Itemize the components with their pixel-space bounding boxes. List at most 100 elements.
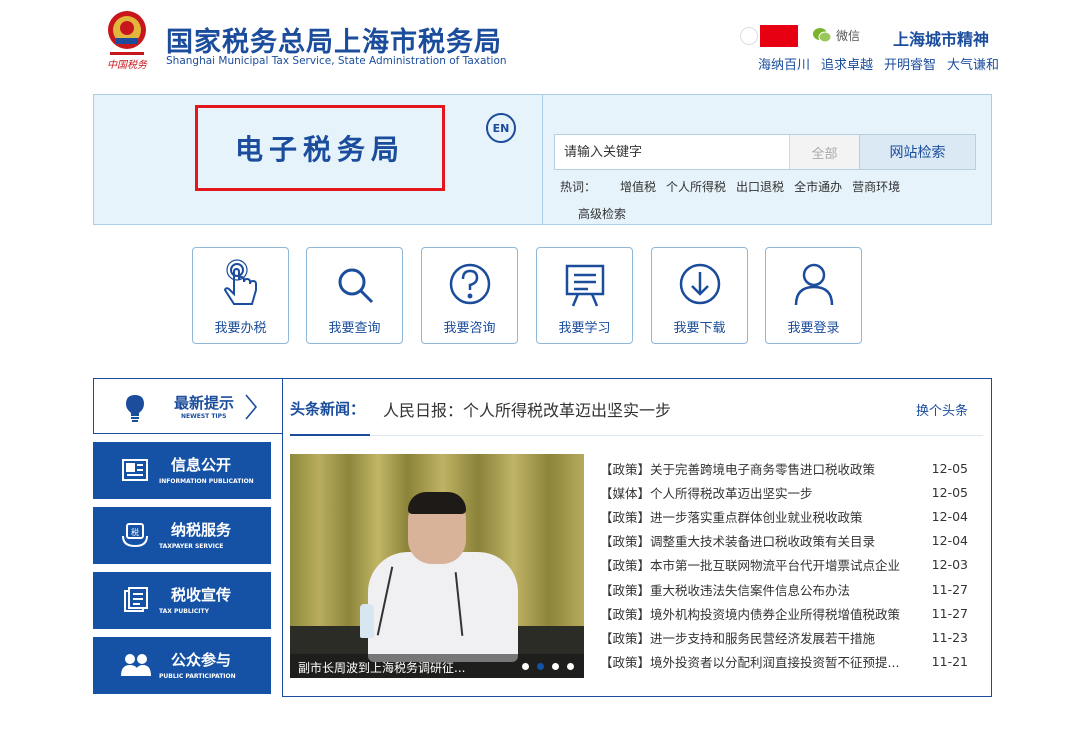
tile-login[interactable]: 我要登录 [765, 247, 862, 344]
advanced-search-link[interactable]: 高级检索 [578, 205, 626, 222]
photo-caption: 副市长周波到上海税务调研征... [298, 661, 466, 675]
list-item[interactable]: 【政策】重大税收违法失信案件信息公布办法 11-27 [600, 577, 968, 601]
tile-label: 我要查询 [328, 321, 381, 336]
tile-download[interactable]: 我要下载 [651, 247, 748, 344]
spirit-word: 开明睿智 [884, 58, 937, 73]
svg-text:中国税务: 中国税务 [107, 59, 148, 71]
hot-word-link[interactable]: 全市通办 [794, 178, 842, 195]
hot-words: 热词： 增值税 个人所得税 出口退税 全市通办 营商环境 [560, 178, 900, 195]
question-icon [449, 263, 491, 305]
newest-tips-link[interactable]: 最新提示 NEWEST TIPS [93, 378, 283, 434]
list-item[interactable]: 【政策】境外机构投资境内债券企业所得税增值税政策 11-27 [600, 601, 968, 625]
news-title: 【媒体】个人所得税改革迈出坚实一步 [600, 485, 813, 501]
photo-person-hair [408, 492, 466, 514]
download-icon [679, 263, 721, 305]
news-title: 【政策】进一步支持和服务民营经济发展若干措施 [600, 630, 876, 646]
carousel-dot[interactable] [522, 663, 529, 670]
site-subtitle: Shanghai Municipal Tax Service, State Ad… [166, 55, 507, 67]
news-photo-carousel[interactable]: 副市长周波到上海税务调研征... [290, 454, 584, 678]
news-date: 12-03 [931, 557, 968, 573]
headline-link[interactable]: 人民日报：个人所得税改革迈出坚实一步 [383, 397, 671, 421]
tile-label: 我要登录 [787, 321, 840, 336]
city-spirit-words: 海纳百川 追求卓越 开明睿智 大气谦和 [758, 54, 999, 73]
news-title: 【政策】境外机构投资境内债券企业所得税增值税政策 [600, 606, 901, 622]
svg-text:税: 税 [131, 527, 139, 537]
hot-word-link[interactable]: 出口退税 [736, 178, 784, 195]
list-item[interactable]: 【政策】进一步支持和服务民营经济发展若干措施 11-23 [600, 625, 968, 649]
tile-consult[interactable]: 我要咨询 [421, 247, 518, 344]
search-input[interactable] [555, 135, 789, 169]
news-title: 【政策】境外投资者以分配利润直接投资暂不征预提... [600, 655, 900, 671]
news-title: 【政策】调整重大技术装备进口税收政策有关目录 [600, 534, 876, 550]
e-tax-bureau-title: 电子税务局 [234, 133, 405, 166]
tile-label: 我要学习 [558, 321, 611, 336]
nav-tax-publicity[interactable]: 税收宣传 TAX PUBLICITY [93, 572, 271, 629]
nav-taxpayer-service[interactable]: 税 纳税服务 TAXPAYER SERVICE [93, 507, 271, 564]
hot-word-link[interactable]: 增值税 [620, 178, 656, 195]
hot-word-link[interactable]: 营商环境 [852, 178, 900, 195]
list-item[interactable]: 【政策】境外投资者以分配利润直接投资暂不征预提... 11-21 [600, 650, 968, 674]
list-item[interactable]: 【政策】关于完善跨境电子商务零售进口税收政策 12-05 [600, 456, 968, 480]
spirit-word: 大气谦和 [947, 58, 1000, 73]
nav-public-participation[interactable]: 公众参与 PUBLIC PARTICIPATION [93, 637, 271, 694]
document-icon [124, 587, 148, 612]
tile-learn[interactable]: 我要学习 [536, 247, 633, 344]
nav-info-publication[interactable]: 信息公开 INFORMATION PUBLICATION [93, 442, 271, 499]
news-date: 11-27 [931, 605, 968, 621]
nav-sublabel: TAXPAYER SERVICE [159, 543, 224, 550]
people-icon [121, 654, 151, 676]
city-spirit-title: 上海城市精神 [893, 30, 990, 49]
search-icon [338, 268, 374, 304]
wechat-link[interactable]: 微信 [812, 26, 860, 44]
e-tax-bureau-link[interactable]: 电子税务局 [195, 105, 445, 191]
news-date: 11-21 [931, 654, 968, 670]
tile-label: 我要咨询 [443, 321, 496, 336]
presentation-icon [565, 264, 605, 307]
list-item[interactable]: 【政策】调整重大技术装备进口税收政策有关目录 12-04 [600, 529, 968, 553]
site-search-button[interactable]: 网站检索 [859, 135, 975, 169]
tile-handle-tax[interactable]: 我要办税 [192, 247, 289, 344]
photo-water-bottle [360, 604, 374, 638]
carousel-dot[interactable] [552, 663, 559, 670]
nav-label: 纳税服务 [171, 521, 232, 539]
wechat-icon [813, 28, 832, 43]
list-item[interactable]: 【媒体】个人所得税改革迈出坚实一步 12-05 [600, 480, 968, 504]
news-title: 【政策】重大税收违法失信案件信息公布办法 [600, 582, 851, 598]
carousel-dot-active[interactable] [537, 663, 544, 670]
tax-emblem-logo: 中国税务 [102, 8, 152, 74]
language-switch-button[interactable]: EN [486, 113, 516, 143]
news-date: 12-05 [931, 484, 968, 500]
news-date: 12-04 [931, 533, 968, 549]
hot-word-link[interactable]: 个人所得税 [666, 178, 726, 195]
spirit-word: 海纳百川 [758, 58, 811, 73]
newest-tips-sublabel: NEWEST TIPS [181, 413, 227, 420]
search-scope-select[interactable]: 全部 [789, 135, 859, 169]
spirit-word: 追求卓越 [821, 58, 874, 73]
tax-service-icon: 税 [122, 523, 148, 548]
newspaper-icon [122, 459, 148, 481]
switch-headline-link[interactable]: 换个头条 [916, 400, 968, 419]
news-date: 11-27 [931, 581, 968, 597]
search-bar: 全部 网站检索 [554, 134, 976, 170]
user-icon [794, 263, 834, 306]
headline-label: 头条新闻： [290, 400, 366, 418]
tile-label: 我要下载 [673, 321, 726, 336]
nav-sublabel: PUBLIC PARTICIPATION [159, 673, 236, 680]
news-date: 12-04 [931, 508, 968, 524]
list-item[interactable]: 【政策】进一步落实重点群体创业就业税收政策 12-04 [600, 504, 968, 528]
newest-tips-label: 最新提示 [174, 394, 235, 412]
hot-words-label: 热词： [560, 180, 597, 194]
tile-query[interactable]: 我要查询 [306, 247, 403, 344]
news-date: 11-23 [931, 629, 968, 645]
site-title: 国家税务总局上海市税务局 [166, 27, 502, 58]
nav-label: 公众参与 [171, 651, 232, 669]
headline-underline [290, 434, 370, 436]
hand-pointer-icon [223, 259, 257, 305]
list-item[interactable]: 【政策】本市第一批互联网物流平台代开增票试点企业 12-03 [600, 553, 968, 577]
carousel-dot[interactable] [567, 663, 574, 670]
news-title: 【政策】进一步落实重点群体创业就业税收政策 [600, 509, 863, 525]
lightbulb-icon [126, 395, 144, 422]
weibo-link[interactable] [740, 25, 798, 47]
news-date: 12-05 [931, 460, 968, 476]
banner-divider [542, 95, 543, 224]
